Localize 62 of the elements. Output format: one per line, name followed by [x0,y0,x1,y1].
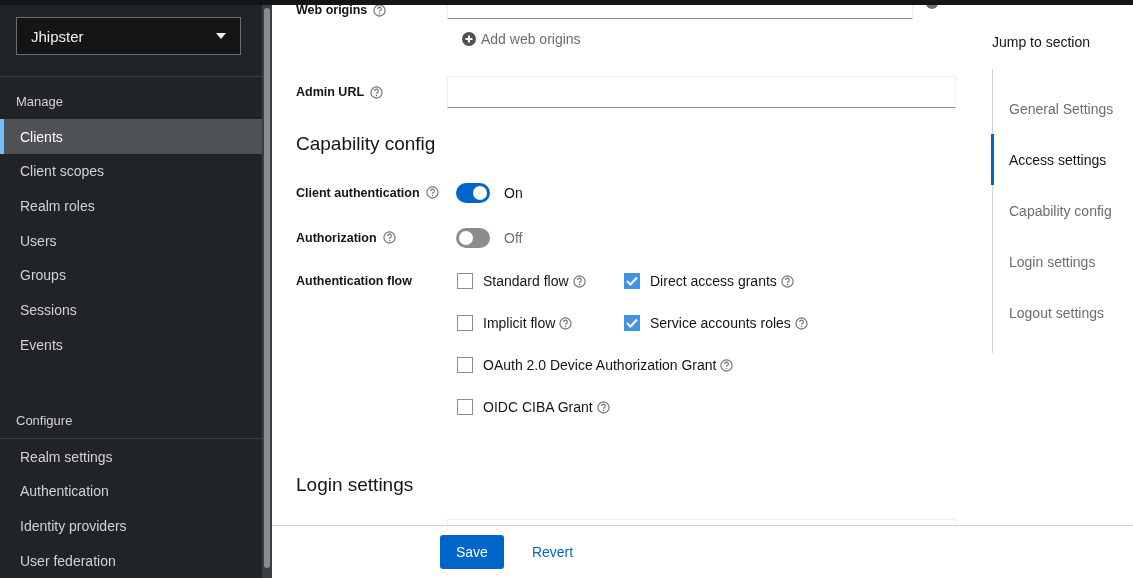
add-web-origins-link[interactable]: Add web origins [481,31,581,47]
checkbox-label[interactable]: Direct access grants [650,273,777,289]
toggle-switch[interactable] [456,182,490,203]
scrollbar[interactable] [262,5,272,578]
nav-item[interactable]: Groups [0,258,262,293]
jump-link[interactable]: Logout settings [991,287,1133,338]
jump-link[interactable]: Capability config [991,185,1133,236]
nav-item[interactable]: Realm roles [0,188,262,224]
save-button[interactable]: Save [440,535,504,569]
field-label: Client authentication [296,185,420,200]
checkbox-label[interactable]: Implicit flow [483,315,556,331]
checkbox[interactable] [457,357,473,373]
help-icon [596,400,610,414]
toggle-switch[interactable] [456,227,490,248]
revert-link[interactable]: Revert [515,535,590,569]
field-label: Authorization [296,230,377,245]
nav-item[interactable]: User federation [0,543,262,578]
help-icon [559,316,573,330]
checkbox-label[interactable]: Standard flow [483,273,569,289]
toggle-state: Off [504,229,523,246]
help-icon [572,274,586,288]
caret-icon [216,33,226,40]
help-icon [370,85,384,99]
checkbox[interactable] [457,315,473,331]
nav-section-title: Configure [15,412,74,431]
toggle-state: On [504,184,523,201]
checkbox[interactable] [457,399,473,415]
nav-section-title: Manage [15,93,64,112]
nav-item[interactable]: Client scopes [0,153,262,189]
remove-icon[interactable] [926,5,938,11]
help-icon [382,231,396,244]
checkbox-label[interactable]: OIDC CIBA Grant [483,399,593,415]
input-field[interactable] [447,5,913,19]
help-icon [780,274,794,288]
nav-item[interactable]: Events [0,327,262,363]
field-label: Web origins [296,5,368,17]
realm-dropdown[interactable]: Jhipster [16,17,241,56]
help-icon [373,5,387,17]
field-label: Admin URL [296,85,365,99]
section-heading: Capability config [296,132,437,156]
jump-to-section-title: Jump to section [992,34,1092,50]
jump-link[interactable]: General Settings [991,83,1133,134]
nav-item[interactable]: Users [0,223,262,258]
checkbox[interactable] [624,315,640,331]
jump-link[interactable]: Login settings [991,236,1133,287]
nav-item[interactable]: Authentication [0,473,262,509]
checkbox-label[interactable]: Service accounts roles [650,315,791,331]
help-icon [794,316,808,330]
plus-circle-icon [462,32,476,46]
input-field[interactable] [447,76,956,108]
checkbox-label[interactable]: OAuth 2.0 Device Authorization Grant [483,357,717,373]
nav-item[interactable]: Identity providers [0,508,262,544]
help-icon [425,186,439,199]
nav-item[interactable]: Clients [0,119,262,154]
field-label: Authentication flow [296,274,412,288]
section-heading: Login settings [296,473,415,497]
checkbox[interactable] [457,273,473,289]
nav-item[interactable]: Sessions [0,292,262,328]
jump-link[interactable]: Access settings [991,134,1133,185]
nav-item[interactable]: Realm settings [0,439,262,474]
help-icon [720,358,734,372]
checkbox[interactable] [624,273,640,289]
